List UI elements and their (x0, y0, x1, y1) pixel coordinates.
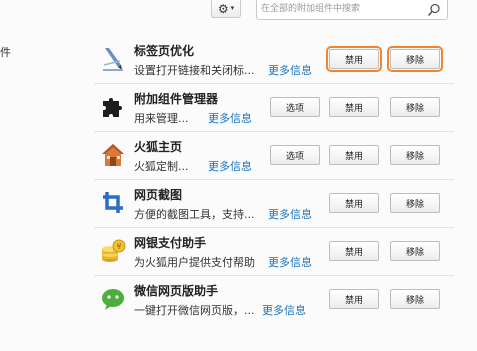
more-info-link[interactable]: 更多信息 (262, 302, 306, 318)
caret-down-icon: ▾ (230, 4, 235, 12)
pen-icon (103, 48, 123, 71)
addon-row-tab-optimize[interactable]: 标签页优化 设置打开链接和关闭标... 更多信息 禁用 移除 (94, 36, 454, 84)
remove-button[interactable]: 移除 (387, 46, 443, 72)
more-info-link[interactable]: 更多信息 (268, 62, 312, 78)
addon-row-wechat-web[interactable]: 微信网页版助手 一键打开微信网页版，... 更多信息 禁用 移除 (94, 276, 454, 323)
sidebar-category-label[interactable]: 件 (0, 44, 11, 60)
addon-description: 方便的截图工具，支持... (134, 208, 255, 221)
disable-button[interactable]: 禁用 (329, 193, 379, 213)
more-info-link[interactable]: 更多信息 (208, 110, 252, 126)
addon-description: 一键打开微信网页版，... (134, 304, 255, 317)
addon-row-firefox-home[interactable]: 火狐主页 火狐定制... 更多信息 选项 禁用 移除 (94, 132, 454, 180)
addon-title: 附加组件管理器 (134, 92, 219, 106)
addon-list: 标签页优化 设置打开链接和关闭标... 更多信息 禁用 移除 附加组件管理器 用… (94, 36, 454, 323)
addon-description: 为火狐用户提供支付帮助 (134, 256, 255, 269)
disable-button[interactable]: 禁用 (329, 145, 379, 165)
house-icon (102, 144, 124, 166)
addon-description: 用来管理... (134, 112, 189, 125)
wechat-icon (102, 289, 124, 310)
disable-button[interactable]: 禁用 (326, 46, 382, 72)
search-input[interactable] (261, 2, 421, 16)
crop-icon (103, 192, 123, 213)
toolbar: ⚙ ▾ (0, 0, 477, 22)
addon-row-bank-payment[interactable]: ¥ 网银支付助手 为火狐用户提供支付帮助 更多信息 禁用 移除 (94, 228, 454, 276)
disable-button[interactable]: 禁用 (329, 289, 379, 309)
gear-icon: ⚙ (217, 1, 229, 16)
addon-row-addon-manager[interactable]: 附加组件管理器 用来管理... 更多信息 选项 禁用 移除 (94, 84, 454, 132)
addon-title: 火狐主页 (134, 140, 183, 154)
addon-title: 网页截图 (134, 188, 183, 202)
addon-row-screenshot[interactable]: 网页截图 方便的截图工具，支持... 更多信息 禁用 移除 (94, 180, 454, 228)
remove-button[interactable]: 移除 (390, 241, 440, 261)
remove-button[interactable]: 移除 (390, 145, 440, 165)
more-info-link[interactable]: 更多信息 (268, 206, 312, 222)
remove-button[interactable]: 移除 (390, 97, 440, 117)
options-button[interactable]: 选项 (270, 145, 320, 165)
addon-title: 网银支付助手 (134, 236, 207, 250)
disable-button[interactable]: 禁用 (329, 97, 379, 117)
options-button[interactable]: 选项 (270, 97, 320, 117)
puzzle-icon (103, 98, 122, 117)
addon-description: 火狐定制... (134, 160, 189, 173)
svg-text:¥: ¥ (116, 242, 121, 251)
remove-button[interactable]: 移除 (390, 289, 440, 309)
search-box[interactable] (256, 0, 448, 20)
more-info-link[interactable]: 更多信息 (268, 254, 312, 270)
addon-description: 设置打开链接和关闭标... (134, 64, 255, 77)
remove-button[interactable]: 移除 (390, 193, 440, 213)
coins-icon: ¥ (102, 239, 126, 262)
more-info-link[interactable]: 更多信息 (208, 158, 252, 174)
search-icon[interactable] (427, 3, 441, 17)
disable-button[interactable]: 禁用 (329, 241, 379, 261)
addon-title: 标签页优化 (134, 44, 195, 58)
addon-title: 微信网页版助手 (134, 284, 219, 298)
tools-menu-button[interactable]: ⚙ ▾ (211, 0, 241, 18)
